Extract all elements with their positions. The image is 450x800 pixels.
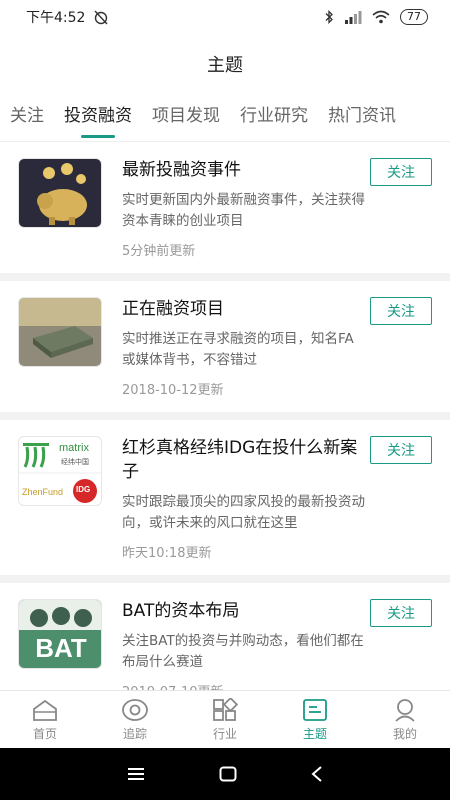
grid-icon — [213, 697, 239, 721]
status-bar: 下午4:52 77 — [0, 0, 450, 34]
card-description: 实时推送正在寻求融资的项目，知名FA或媒体背书，不容错过 — [122, 331, 354, 368]
card-update-time: 昨天10:18更新 — [122, 546, 212, 561]
card-update-time: 5分钟前更新 — [122, 244, 196, 259]
money-stack-image — [18, 297, 102, 367]
category-tabs: 关注 投资融资 项目发现 行业研究 热门资讯 — [0, 94, 450, 142]
alarm-off-icon — [94, 10, 108, 25]
home-square-icon[interactable] — [219, 766, 237, 782]
topic-card[interactable]: matrix 经纬中国 ZhenFund IDG 红杉真格经纬IDG在投什么新案… — [0, 420, 450, 575]
eye-icon — [122, 698, 148, 721]
menu-icon[interactable] — [127, 767, 145, 781]
piggy-bank-image — [18, 158, 102, 228]
nav-home-label: 首页 — [32, 726, 57, 741]
bat-logo-text: BAT — [35, 633, 87, 663]
battery-indicator: 77 — [400, 9, 428, 25]
nav-track[interactable]: 追踪 — [90, 691, 180, 748]
topic-icon — [303, 698, 327, 721]
nav-track-label: 追踪 — [122, 726, 147, 741]
card-description: 实时跟踪最顶尖的四家风投的最新投资动向，或许未来的风口就在这里 — [122, 494, 365, 531]
bat-founders-image: BAT — [18, 599, 102, 669]
nav-me[interactable]: 我的 — [360, 691, 450, 748]
nav-me-label: 我的 — [392, 726, 417, 741]
follow-button[interactable]: 关注 — [370, 297, 432, 325]
card-title: BAT的资本布局 — [122, 601, 240, 621]
bottom-navigation: 首页 追踪 行业 主题 我的 — [0, 690, 450, 748]
tab-hot-news[interactable]: 热门资讯 — [318, 94, 406, 141]
matrix-cn-logo-text: 经纬中国 — [61, 459, 89, 466]
tab-projects[interactable]: 项目发现 — [142, 94, 230, 141]
system-navigation-bar — [0, 748, 450, 800]
vc-logos-image: matrix 经纬中国 ZhenFund IDG — [18, 436, 102, 506]
follow-button[interactable]: 关注 — [370, 158, 432, 186]
card-description: 关注BAT的投资与并购动态，看他们都在布局什么赛道 — [122, 633, 364, 670]
idg-logo-text: IDG — [76, 485, 91, 494]
topic-card[interactable]: BAT BAT的资本布局 关注BAT的投资与并购动态，看他们都在布局什么赛道 2… — [0, 583, 450, 690]
nav-topics[interactable]: 主题 — [270, 691, 360, 748]
tab-follow[interactable]: 关注 — [0, 94, 54, 141]
back-icon[interactable] — [311, 766, 323, 782]
card-title: 红杉真格经纬IDG在投什么新案子 — [122, 438, 358, 482]
card-description: 实时更新国内外最新融资事件，关注获得资本青睐的创业项目 — [122, 192, 365, 229]
follow-button[interactable]: 关注 — [370, 436, 432, 464]
nav-home[interactable]: 首页 — [0, 691, 90, 748]
matrix-logo-text: matrix — [59, 442, 89, 454]
nav-industry[interactable]: 行业 — [180, 691, 270, 748]
wifi-icon — [372, 10, 390, 24]
tab-research[interactable]: 行业研究 — [230, 94, 318, 141]
topic-list[interactable]: 最新投融资事件 实时更新国内外最新融资事件，关注获得资本青睐的创业项目 5分钟前… — [0, 142, 450, 690]
card-title: 正在融资项目 — [122, 299, 224, 319]
status-time: 下午4:52 — [26, 10, 86, 26]
signal-icon — [345, 11, 362, 24]
tab-investment[interactable]: 投资融资 — [54, 94, 142, 141]
person-icon — [395, 698, 415, 722]
bluetooth-icon — [325, 10, 333, 24]
home-icon — [33, 699, 57, 721]
topic-card[interactable]: 最新投融资事件 实时更新国内外最新融资事件，关注获得资本青睐的创业项目 5分钟前… — [0, 142, 450, 273]
card-update-time: 2018-10-12更新 — [122, 383, 224, 398]
follow-button[interactable]: 关注 — [370, 599, 432, 627]
card-title: 最新投融资事件 — [122, 160, 241, 180]
nav-industry-label: 行业 — [212, 726, 237, 741]
zhenfund-logo-text: ZhenFund — [22, 487, 64, 497]
nav-topics-label: 主题 — [302, 726, 327, 741]
card-update-time: 2019-07-10更新 — [122, 681, 366, 690]
topic-card[interactable]: 正在融资项目 实时推送正在寻求融资的项目，知名FA或媒体背书，不容错过 2018… — [0, 281, 450, 412]
page-title: 主题 — [207, 55, 243, 76]
